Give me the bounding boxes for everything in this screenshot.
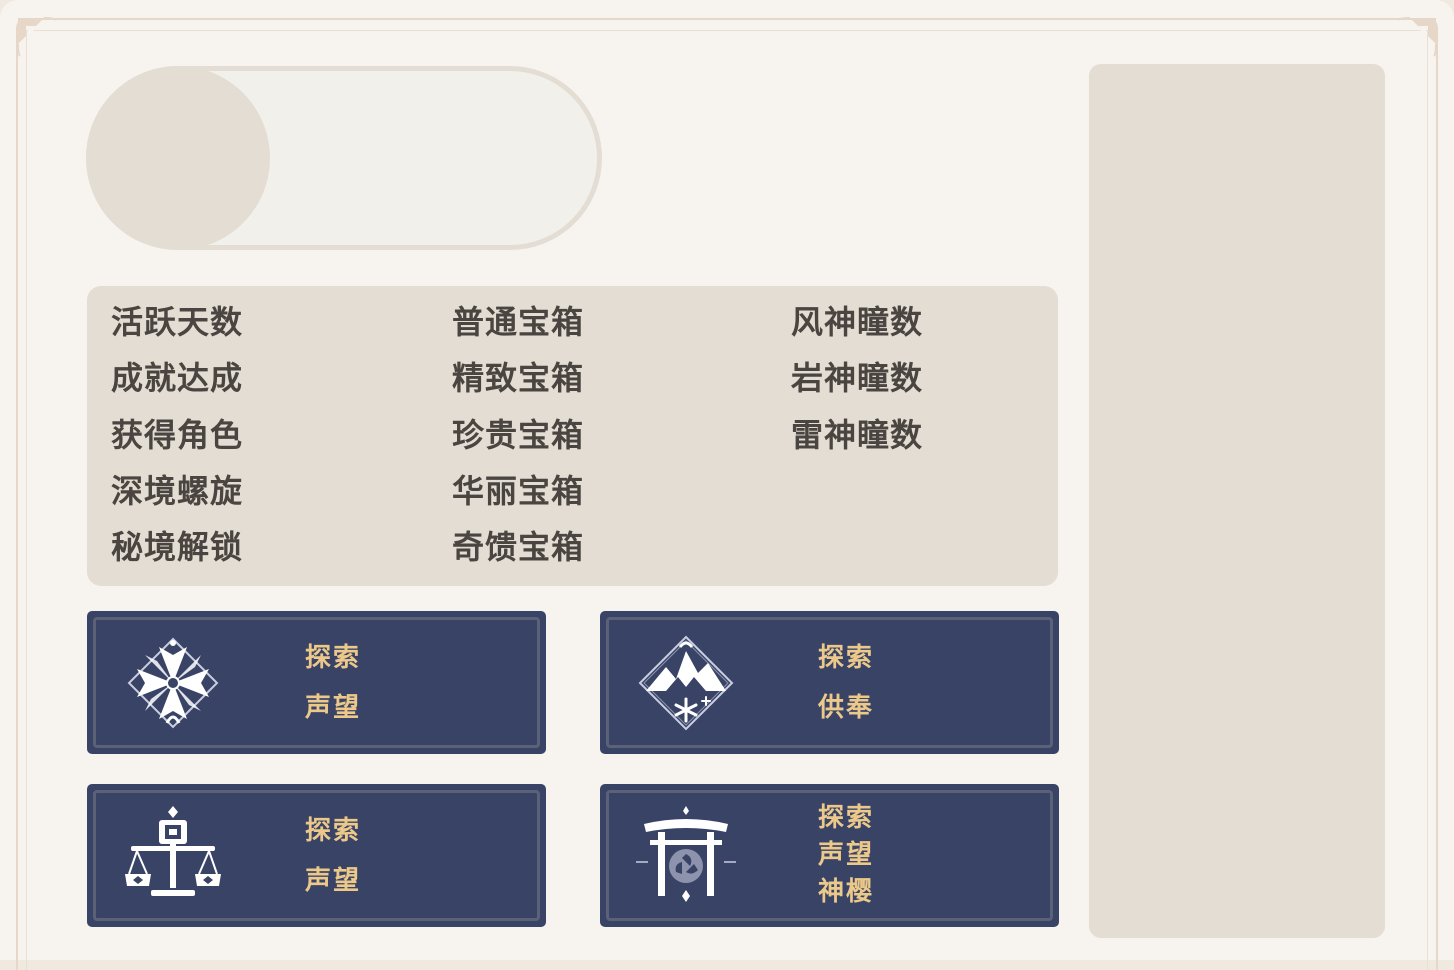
stat-luxurious-chest: 华丽宝箱 — [452, 471, 585, 510]
region-card-liyue: 探索 声望 — [87, 784, 546, 927]
exploration-label: 探索 — [818, 642, 875, 673]
stat-geoculus: 岩神瞳数 — [791, 359, 924, 398]
reputation-label: 声望 — [818, 840, 875, 870]
stat-precious-chest: 珍贵宝箱 — [452, 415, 585, 454]
exploration-label: 探索 — [818, 803, 875, 833]
stats-column-general: 活跃天数 成就达成 获得角色 深境螺旋 秘境解锁 — [111, 300, 243, 581]
stat-domains-unlocked: 秘境解锁 — [111, 528, 244, 567]
region-card-mondstadt: 探索 声望 — [87, 611, 546, 754]
region-card-inazuma: 探索 声望 神樱 — [600, 784, 1059, 927]
stats-panel: 活跃天数 成就达成 获得角色 深境螺旋 秘境解锁 普通宝箱 精致宝箱 珍贵宝箱 … — [87, 286, 1058, 586]
stats-column-oculi: 风神瞳数 岩神瞳数 雷神瞳数 — [791, 300, 923, 469]
avatar — [86, 66, 270, 250]
stat-characters: 获得角色 — [111, 415, 244, 454]
region-labels: 探索 声望 — [305, 784, 361, 927]
mondstadt-emblem-icon — [127, 637, 219, 729]
stat-exquisite-chest: 精致宝箱 — [452, 359, 585, 398]
player-name-pill — [86, 66, 602, 250]
stat-active-days: 活跃天数 — [111, 303, 244, 341]
stat-anemoculus: 风神瞳数 — [791, 303, 924, 341]
sacred-sakura-label: 神樱 — [818, 877, 875, 907]
reputation-label: 声望 — [305, 865, 362, 896]
reputation-label: 声望 — [305, 692, 362, 723]
corner-ornament-icon — [1397, 17, 1437, 57]
region-labels: 探索 供奉 — [818, 611, 874, 754]
offering-label: 供奉 — [818, 692, 875, 723]
stat-spiral-abyss: 深境螺旋 — [111, 471, 244, 510]
region-labels: 探索 声望 神樱 — [818, 784, 874, 927]
liyue-emblem-icon — [125, 806, 221, 896]
stats-column-chests: 普通宝箱 精致宝箱 珍贵宝箱 华丽宝箱 奇馈宝箱 — [452, 300, 584, 581]
stat-common-chest: 普通宝箱 — [452, 303, 585, 341]
inazuma-emblem-icon — [636, 806, 736, 902]
exploration-label: 探索 — [305, 815, 362, 846]
profile-card-frame: 活跃天数 成就达成 获得角色 深境螺旋 秘境解锁 普通宝箱 精致宝箱 珍贵宝箱 … — [0, 0, 1454, 970]
exploration-label: 探索 — [305, 642, 362, 673]
region-card-dragonspine: 探索 供奉 — [600, 611, 1059, 754]
region-labels: 探索 声望 — [305, 611, 361, 754]
side-panel — [1089, 64, 1385, 938]
dragonspine-emblem-icon — [638, 635, 734, 731]
stat-remarkable-chest: 奇馈宝箱 — [452, 528, 585, 567]
stat-achievements: 成就达成 — [111, 359, 244, 398]
corner-ornament-icon — [17, 17, 57, 57]
stat-electroculus: 雷神瞳数 — [791, 415, 924, 454]
